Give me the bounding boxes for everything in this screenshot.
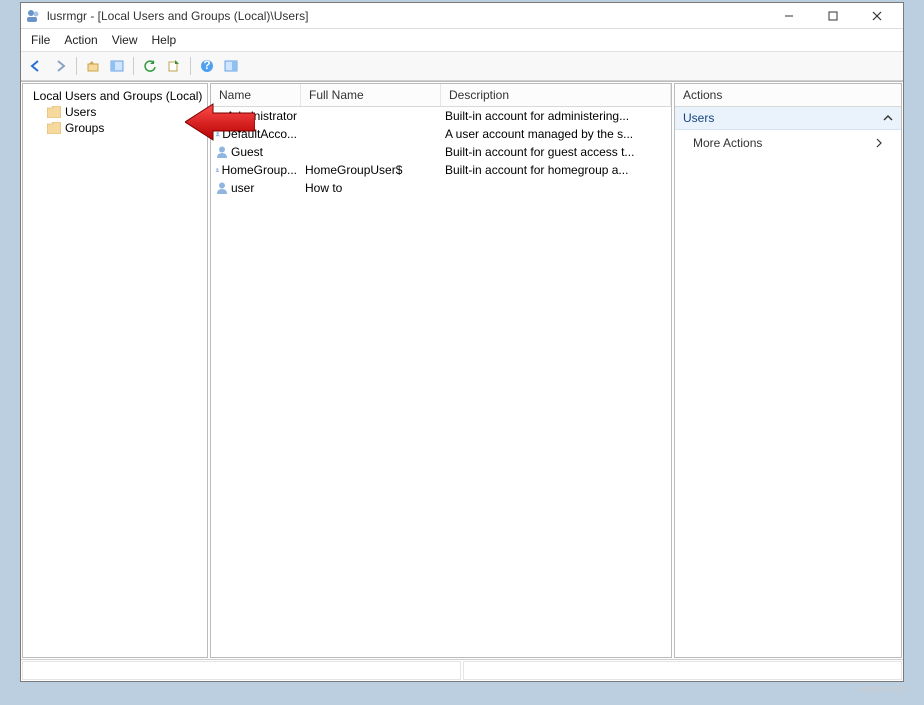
- help-button[interactable]: ?: [196, 55, 218, 77]
- separator-icon: [133, 57, 134, 75]
- cell-name: Administrator: [211, 109, 301, 123]
- mmc-window: lusrmgr - [Local Users and Groups (Local…: [20, 2, 904, 682]
- tree-pane: Local Users and Groups (Local) Users Gro…: [22, 83, 208, 658]
- show-console-tree-button[interactable]: [106, 55, 128, 77]
- forward-button[interactable]: [49, 55, 71, 77]
- chevron-right-icon: [875, 138, 883, 148]
- menu-action[interactable]: Action: [64, 33, 97, 47]
- toolbar: ?: [21, 52, 903, 81]
- tree-root-node[interactable]: Local Users and Groups (Local): [27, 88, 203, 104]
- status-left: [22, 661, 461, 680]
- list-row[interactable]: Administrator Built-in account for admin…: [211, 107, 671, 125]
- list-row[interactable]: HomeGroup... HomeGroupUser$ Built-in acc…: [211, 161, 671, 179]
- folder-icon: [47, 106, 61, 118]
- column-header-description[interactable]: Description: [441, 84, 671, 106]
- tree-item-label: Users: [65, 105, 96, 119]
- tree-item-groups[interactable]: Groups: [27, 120, 203, 136]
- menu-view[interactable]: View: [112, 33, 138, 47]
- tree-item-label: Groups: [65, 121, 104, 135]
- minimize-button[interactable]: [767, 4, 811, 28]
- cell-name: Guest: [211, 145, 301, 159]
- status-right: [463, 661, 902, 680]
- list-row[interactable]: Guest Built-in account for guest access …: [211, 143, 671, 161]
- refresh-button[interactable]: [139, 55, 161, 77]
- cell-fullname: HomeGroupUser$: [301, 163, 441, 177]
- actions-pane: Actions Users More Actions: [674, 83, 902, 658]
- list-header: Name Full Name Description: [211, 84, 671, 107]
- cell-name-text: Guest: [231, 145, 263, 159]
- user-icon: [215, 181, 229, 195]
- cell-fullname: How to: [301, 181, 441, 195]
- menu-help[interactable]: Help: [152, 33, 177, 47]
- window-controls: [767, 4, 899, 28]
- list-row[interactable]: DefaultAcco... A user account managed by…: [211, 125, 671, 143]
- window-title: lusrmgr - [Local Users and Groups (Local…: [47, 9, 767, 23]
- actions-group-label: Users: [683, 111, 714, 125]
- titlebar: lusrmgr - [Local Users and Groups (Local…: [21, 3, 903, 29]
- actions-more[interactable]: More Actions: [675, 130, 901, 156]
- export-list-button[interactable]: [163, 55, 185, 77]
- cell-description: A user account managed by the s...: [441, 127, 671, 141]
- cell-description: Built-in account for homegroup a...: [441, 163, 671, 177]
- column-header-name[interactable]: Name: [211, 84, 301, 106]
- body: Local Users and Groups (Local) Users Gro…: [21, 81, 903, 659]
- app-icon: [25, 8, 41, 24]
- close-button[interactable]: [855, 4, 899, 28]
- properties-button[interactable]: [220, 55, 242, 77]
- separator-icon: [190, 57, 191, 75]
- cell-name-text: Administrator: [226, 109, 297, 123]
- cell-description: Built-in account for guest access t...: [441, 145, 671, 159]
- svg-text:?: ?: [203, 59, 210, 72]
- list-row[interactable]: user How to: [211, 179, 671, 197]
- back-button[interactable]: [25, 55, 47, 77]
- actions-header: Actions: [675, 84, 901, 107]
- up-button[interactable]: [82, 55, 104, 77]
- user-icon: [215, 109, 224, 123]
- status-bar: [21, 659, 903, 681]
- actions-group-users[interactable]: Users: [675, 107, 901, 130]
- cell-name-text: user: [231, 181, 254, 195]
- user-icon: [215, 127, 220, 141]
- menu-file[interactable]: File: [31, 33, 50, 47]
- cell-name-text: HomeGroup...: [222, 163, 297, 177]
- menubar: File Action View Help: [21, 29, 903, 52]
- user-icon: [215, 163, 220, 177]
- maximize-button[interactable]: [811, 4, 855, 28]
- tree-item-users[interactable]: Users: [27, 104, 203, 120]
- cell-description: Built-in account for administering...: [441, 109, 671, 123]
- separator-icon: [76, 57, 77, 75]
- folder-icon: [47, 122, 61, 134]
- cell-name: HomeGroup...: [211, 163, 301, 177]
- list-body: Administrator Built-in account for admin…: [211, 107, 671, 657]
- column-header-fullname[interactable]: Full Name: [301, 84, 441, 106]
- cell-name-text: DefaultAcco...: [222, 127, 297, 141]
- cell-name: user: [211, 181, 301, 195]
- user-icon: [215, 145, 229, 159]
- collapse-icon: [883, 113, 893, 123]
- watermark: wsxdn.com: [20, 682, 914, 695]
- list-pane: Name Full Name Description Administrator…: [210, 83, 672, 658]
- tree-root-label: Local Users and Groups (Local): [33, 89, 202, 103]
- cell-name: DefaultAcco...: [211, 127, 301, 141]
- actions-item-label: More Actions: [693, 136, 762, 150]
- tree-root: Local Users and Groups (Local) Users Gro…: [25, 86, 205, 138]
